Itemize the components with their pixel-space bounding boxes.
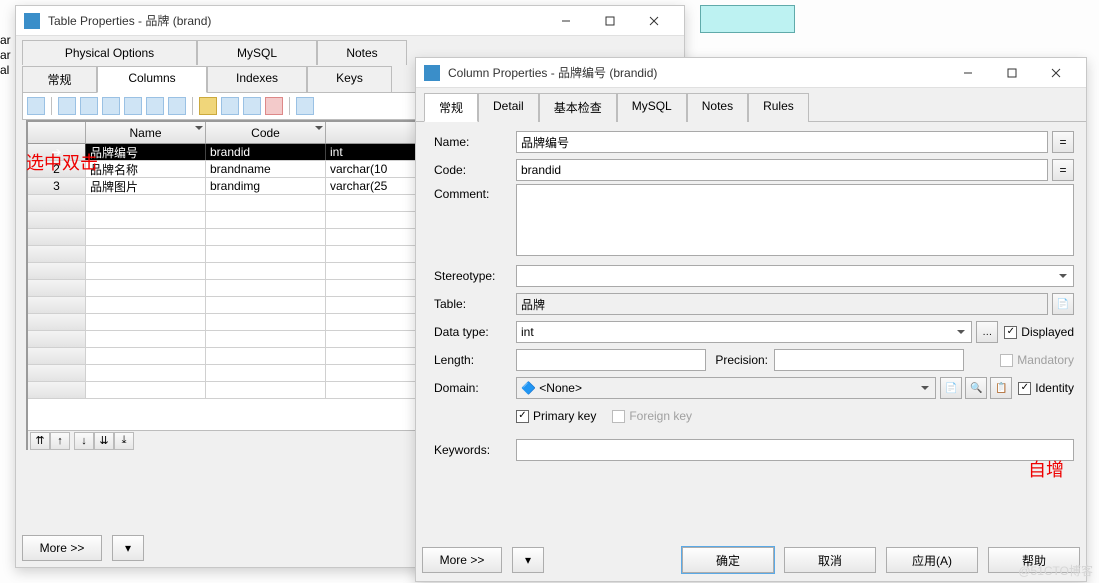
tool-icon[interactable]: [296, 97, 314, 115]
close-button[interactable]: [1034, 59, 1078, 87]
background-fragment: [700, 5, 795, 33]
foreign-key-checkbox: Foreign key: [612, 409, 692, 423]
tab-detail[interactable]: Detail: [478, 93, 539, 122]
tabs: 常规 Detail 基本检查 MySQL Notes Rules: [416, 88, 1086, 122]
titlebar[interactable]: Table Properties - 品牌 (brand): [16, 6, 684, 36]
apply-button[interactable]: 应用(A): [886, 547, 978, 573]
watermark: @51CTO博客: [1018, 562, 1093, 579]
code-input[interactable]: brandid: [516, 159, 1048, 181]
maximize-button[interactable]: [588, 7, 632, 35]
name-label: Name:: [434, 135, 516, 149]
grid-header-code[interactable]: Code: [206, 122, 326, 143]
tab-general[interactable]: 常规: [22, 66, 97, 93]
edge-hint: al: [0, 63, 9, 77]
tab-mysql[interactable]: MySQL: [197, 40, 317, 65]
tool-icon[interactable]: [58, 97, 76, 115]
nav-first[interactable]: ⇈: [30, 432, 50, 450]
cancel-button[interactable]: 取消: [784, 547, 876, 573]
tab-general[interactable]: 常规: [424, 93, 478, 122]
displayed-checkbox[interactable]: ✓Displayed: [1004, 325, 1074, 339]
keywords-label: Keywords:: [434, 443, 516, 457]
tab-notes[interactable]: Notes: [687, 93, 748, 122]
tab-keys[interactable]: Keys: [307, 66, 392, 93]
tool-icon[interactable]: [168, 97, 186, 115]
delete-icon[interactable]: [265, 97, 283, 115]
tool-icon[interactable]: [80, 97, 98, 115]
code-label: Code:: [434, 163, 516, 177]
form: Name: 品牌编号 = Code: brandid = Comment: St…: [416, 122, 1086, 464]
minimize-button[interactable]: [946, 59, 990, 87]
window-title: Column Properties - 品牌编号 (brandid): [448, 64, 946, 81]
annotation-identity: 自增: [1028, 456, 1064, 482]
maximize-button[interactable]: [990, 59, 1034, 87]
copy-icon[interactable]: [221, 97, 239, 115]
tab-rules[interactable]: Rules: [748, 93, 809, 122]
edge-hint: ar: [0, 48, 11, 62]
length-label: Length:: [434, 353, 516, 367]
nav-last[interactable]: ⇊: [94, 432, 114, 450]
mandatory-checkbox: Mandatory: [1000, 353, 1074, 367]
dropdown-button[interactable]: ▾: [512, 547, 544, 573]
tool-icon[interactable]: [102, 97, 120, 115]
edge-hint: ar: [0, 33, 11, 47]
primary-key-checkbox[interactable]: ✓Primary key: [516, 409, 596, 423]
datatype-select[interactable]: int: [516, 321, 972, 343]
tab-notes[interactable]: Notes: [317, 40, 407, 65]
table-icon: [24, 13, 40, 29]
table-label: Table:: [434, 297, 516, 311]
domain-icon-1[interactable]: 📄: [940, 377, 962, 399]
identity-checkbox[interactable]: ✓Identity: [1018, 381, 1074, 395]
comment-label: Comment:: [434, 184, 516, 201]
tool-icon[interactable]: [124, 97, 142, 115]
table-input: 品牌: [516, 293, 1048, 315]
tab-check[interactable]: 基本检查: [539, 93, 617, 122]
more-button[interactable]: More >>: [22, 535, 102, 561]
cut-icon[interactable]: [199, 97, 217, 115]
domain-select[interactable]: 🔷 <None>: [516, 377, 936, 399]
more-button[interactable]: More >>: [422, 547, 502, 573]
minimize-button[interactable]: [544, 7, 588, 35]
comment-input[interactable]: [516, 184, 1074, 256]
grid-header-cell[interactable]: [28, 122, 86, 143]
domain-icon-2[interactable]: 🔍: [965, 377, 987, 399]
keywords-input[interactable]: [516, 439, 1074, 461]
tab-mysql[interactable]: MySQL: [617, 93, 687, 122]
domain-label: Domain:: [434, 381, 516, 395]
datatype-label: Data type:: [434, 325, 516, 339]
nav-end[interactable]: ⤓: [114, 432, 134, 450]
equals-button[interactable]: =: [1052, 131, 1074, 153]
paste-icon[interactable]: [243, 97, 261, 115]
tab-columns[interactable]: Columns: [97, 66, 207, 93]
column-icon: [424, 65, 440, 81]
length-input[interactable]: [516, 349, 706, 371]
column-properties-window: Column Properties - 品牌编号 (brandid) 常规 De…: [415, 57, 1087, 582]
dropdown-button[interactable]: ▾: [112, 535, 144, 561]
nav-down[interactable]: ↓: [74, 432, 94, 450]
stereotype-label: Stereotype:: [434, 269, 516, 283]
window-title: Table Properties - 品牌 (brand): [48, 12, 544, 29]
tool-icon[interactable]: [27, 97, 45, 115]
button-bar: More >> ▾ 确定 取消 应用(A) 帮助: [422, 547, 1080, 573]
annotation-doubleclick: 选中双击: [26, 149, 98, 175]
name-input[interactable]: 品牌编号: [516, 131, 1048, 153]
equals-button[interactable]: =: [1052, 159, 1074, 181]
close-button[interactable]: [632, 7, 676, 35]
table-browse-icon[interactable]: 📄: [1052, 293, 1074, 315]
titlebar[interactable]: Column Properties - 品牌编号 (brandid): [416, 58, 1086, 88]
tab-physical-options[interactable]: Physical Options: [22, 40, 197, 65]
grid-header-name[interactable]: Name: [86, 122, 206, 143]
precision-input[interactable]: [774, 349, 964, 371]
tool-icon[interactable]: [146, 97, 164, 115]
domain-icon-3[interactable]: 📋: [990, 377, 1012, 399]
stereotype-select[interactable]: [516, 265, 1074, 287]
tab-indexes[interactable]: Indexes: [207, 66, 307, 93]
nav-up[interactable]: ↑: [50, 432, 70, 450]
precision-label: Precision:: [706, 353, 774, 367]
datatype-more-icon[interactable]: …: [976, 321, 998, 343]
ok-button[interactable]: 确定: [682, 547, 774, 573]
